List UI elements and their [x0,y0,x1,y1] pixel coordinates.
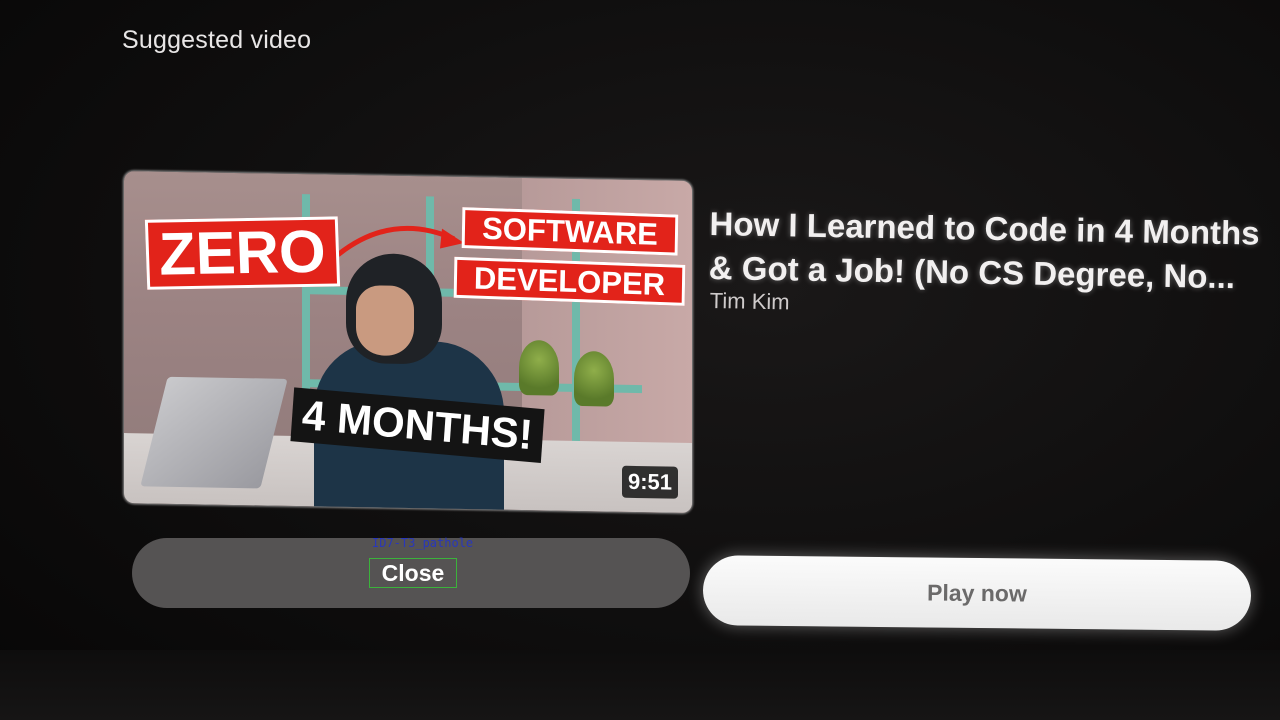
thumbnail-plant [519,339,559,396]
thumbnail-label-developer: DEVELOPER [453,256,686,306]
close-button-label: Close [369,558,457,588]
video-title-line-2: & Got a Job! (No CS Degree, No... [708,248,1236,296]
arrow-icon [336,225,464,257]
channel-name: Tim Kim [709,288,790,315]
video-thumbnail[interactable]: ZERO SOFTWARE DEVELOPER 4 MONTHS! 9:51 [124,171,692,513]
thumbnail-plant [574,350,614,407]
duration-badge: 9:51 [621,465,678,499]
annotation-tag: ID7-T3_pathole [372,536,474,550]
thumbnail-person-face [356,285,414,357]
thumbnail-label-software: SOFTWARE [461,207,679,256]
play-now-button[interactable]: Play now [702,555,1252,631]
tv-screen: Suggested video ZERO SOFTWARE DEVELOPER … [0,0,1280,720]
section-title: Suggested video [122,26,312,54]
thumbnail-label-zero: ZERO [144,216,340,290]
screen-bezel [0,650,1280,720]
video-title[interactable]: How I Learned to Code in 4 Months & Got … [708,202,1279,300]
